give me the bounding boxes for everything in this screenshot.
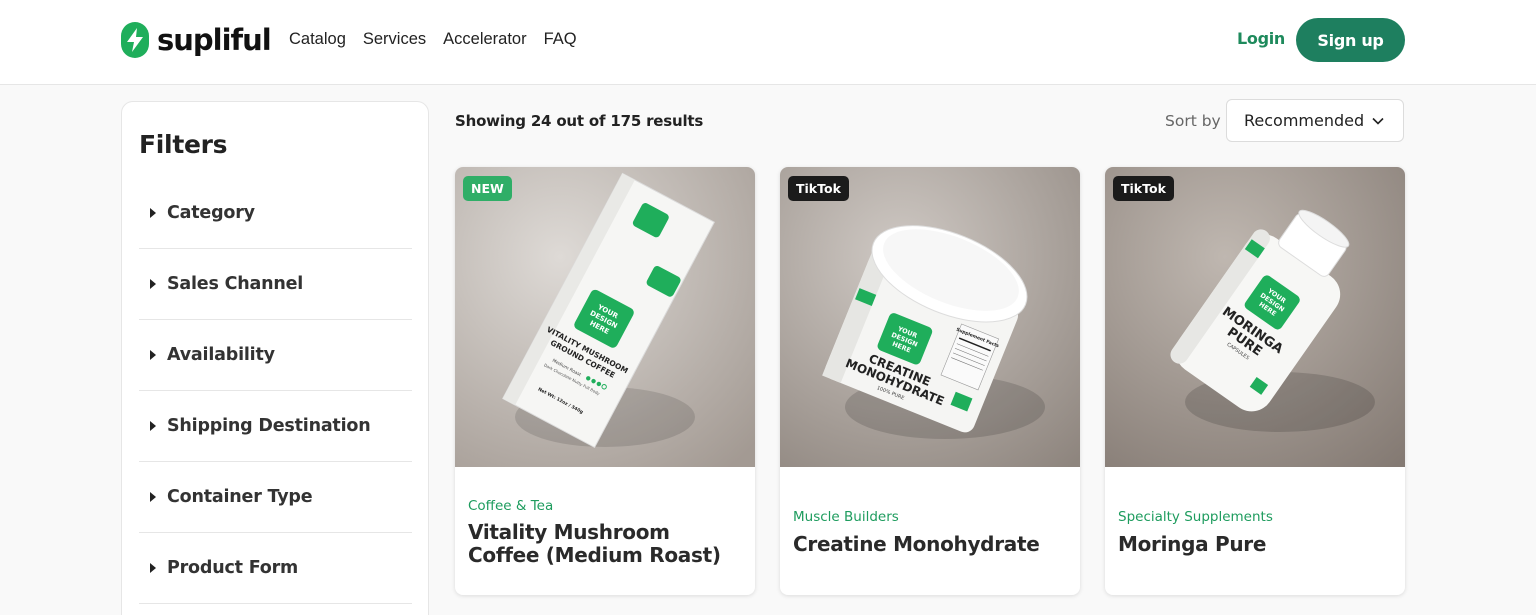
chevron-down-icon: [1372, 117, 1384, 125]
product-category: Coffee & Tea: [468, 498, 554, 514]
filter-container-type[interactable]: Container Type: [139, 462, 412, 533]
main-nav: Catalog Services Accelerator FAQ: [289, 29, 577, 49]
product-card-vitality-mushroom-coffee[interactable]: YOUR DESIGN HERE VITALITY MUSHROOM GROUN…: [455, 167, 755, 595]
filter-label: Category: [167, 203, 255, 223]
caret-right-icon: [150, 492, 156, 502]
filter-label: Availability: [167, 345, 275, 365]
caret-right-icon: [150, 421, 156, 431]
product-name[interactable]: Vitality Mushroom Coffee (Medium Roast): [468, 521, 738, 567]
product-category: Muscle Builders: [793, 509, 899, 525]
results-count: Showing 24 out of 175 results: [455, 112, 704, 130]
caret-right-icon: [150, 208, 156, 218]
tiktok-badge: TikTok: [1113, 176, 1174, 201]
filter-product-form[interactable]: Product Form: [139, 533, 412, 604]
nav-services[interactable]: Services: [363, 29, 426, 49]
logo-text: supliful: [157, 23, 272, 57]
sort-by-label: Sort by: [1165, 112, 1221, 130]
nav-catalog[interactable]: Catalog: [289, 29, 346, 49]
product-image: YOUR DESIGN HERE CREATINE MONOHYDRATE 10…: [780, 167, 1080, 467]
product-card-creatine-monohydrate[interactable]: YOUR DESIGN HERE CREATINE MONOHYDRATE 10…: [780, 167, 1080, 595]
sort-dropdown[interactable]: Recommended: [1226, 99, 1404, 142]
tiktok-badge: TikTok: [788, 176, 849, 201]
filter-availability[interactable]: Availability: [139, 320, 412, 391]
login-link[interactable]: Login: [1237, 29, 1285, 49]
filter-label: Product Form: [167, 558, 299, 578]
nav-accelerator[interactable]: Accelerator: [443, 29, 526, 49]
signup-button[interactable]: Sign up: [1296, 18, 1405, 62]
product-card-moringa-pure[interactable]: YOUR DESIGN HERE MORINGA PURE CAPSULES T…: [1105, 167, 1405, 595]
logo-bolt-icon: [121, 22, 149, 58]
top-header: supliful Catalog Services Accelerator FA…: [0, 0, 1536, 85]
product-name[interactable]: Creatine Monohydrate: [793, 533, 1063, 556]
new-badge: NEW: [463, 176, 512, 201]
supliful-logo[interactable]: supliful: [121, 22, 272, 58]
filter-shipping-destination[interactable]: Shipping Destination: [139, 391, 412, 462]
filters-panel: Filters Category Sales Channel Availabil…: [121, 101, 429, 615]
filter-sales-channel[interactable]: Sales Channel: [139, 249, 412, 320]
filter-category[interactable]: Category: [139, 178, 412, 249]
caret-right-icon: [150, 350, 156, 360]
filter-label: Shipping Destination: [167, 416, 371, 436]
product-category: Specialty Supplements: [1118, 509, 1273, 525]
filter-label: Container Type: [167, 487, 313, 507]
filters-title: Filters: [139, 130, 228, 159]
caret-right-icon: [150, 563, 156, 573]
nav-faq[interactable]: FAQ: [544, 29, 577, 49]
caret-right-icon: [150, 279, 156, 289]
product-name[interactable]: Moringa Pure: [1118, 533, 1388, 556]
product-image: YOUR DESIGN HERE MORINGA PURE CAPSULES: [1105, 167, 1405, 467]
product-image: YOUR DESIGN HERE VITALITY MUSHROOM GROUN…: [455, 167, 755, 467]
filter-label: Sales Channel: [167, 274, 304, 294]
sort-value: Recommended: [1244, 111, 1365, 130]
